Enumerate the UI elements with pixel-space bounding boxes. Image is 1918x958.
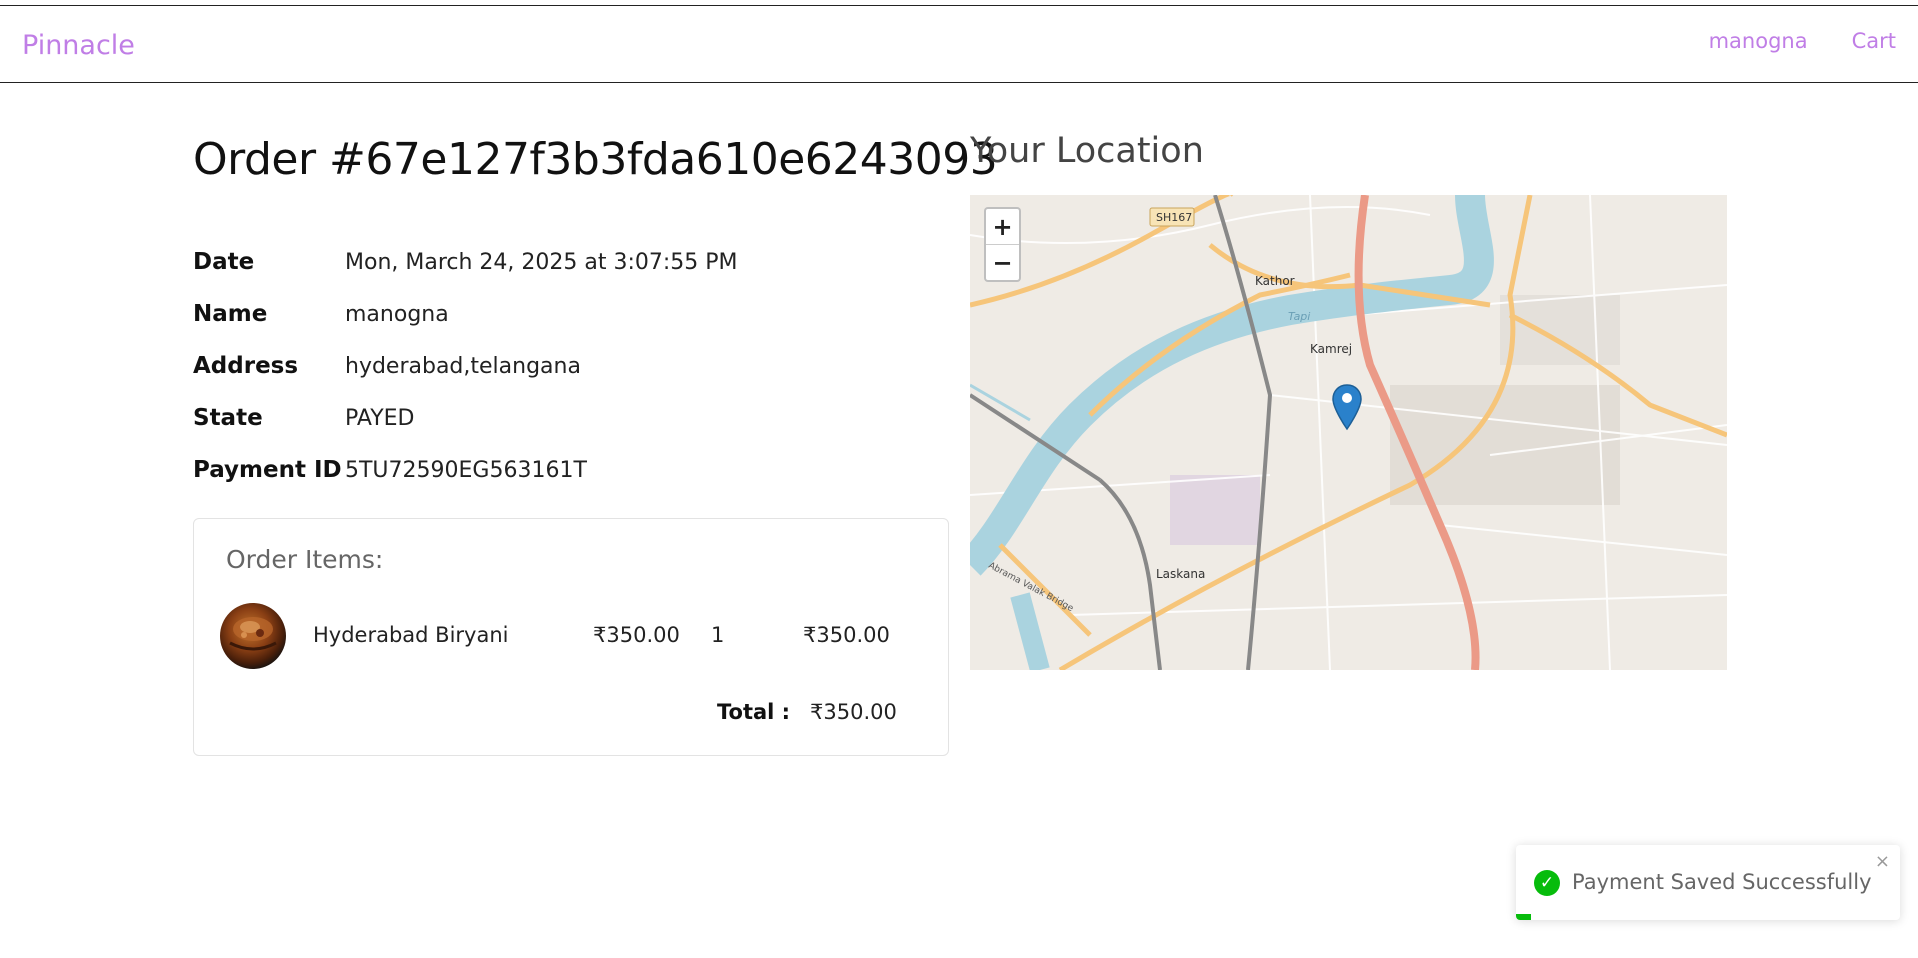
order-total-value: ₹350.00 <box>810 700 897 724</box>
toast-progress-bar <box>1516 914 1532 920</box>
info-value-address: hyderabad,telangana <box>345 353 581 379</box>
map-label-road: SH167 <box>1156 211 1192 224</box>
item-price: ₹350.00 <box>593 623 680 647</box>
map-tiles: Tapi SH167 Kathor Kamrej Laskana Abrama … <box>970 195 1727 670</box>
order-items-card: Order Items: Hyderabad Biryani ₹350.00 1… <box>193 518 949 756</box>
nav-cart-link[interactable]: Cart <box>1852 29 1896 53</box>
location-title: Your Location <box>970 131 1204 171</box>
nav-links: manogna Cart <box>1709 29 1896 53</box>
map-label-kamrej: Kamrej <box>1310 342 1352 356</box>
close-icon[interactable]: × <box>1875 851 1890 872</box>
order-items-title: Order Items: <box>226 545 384 574</box>
map-zoom-control: + − <box>984 207 1021 282</box>
zoom-out-button[interactable]: − <box>986 245 1019 280</box>
info-row-name: Name manogna <box>193 288 933 340</box>
map-label-kathor: Kathor <box>1255 274 1295 288</box>
info-value-name: manogna <box>345 301 449 327</box>
info-row-date: Date Mon, March 24, 2025 at 3:07:55 PM <box>193 236 933 288</box>
info-row-payment-id: Payment ID 5TU72590EG563161T <box>193 444 933 496</box>
info-value-state: PAYED <box>345 405 415 431</box>
info-row-state: State PAYED <box>193 392 933 444</box>
brand-logo-link[interactable]: Pinnacle <box>22 30 135 61</box>
top-navbar: Pinnacle manogna Cart <box>0 5 1918 83</box>
check-circle-icon: ✓ <box>1534 870 1560 896</box>
info-label: Name <box>193 301 268 327</box>
map-label-laskana: Laskana <box>1156 567 1205 581</box>
info-row-address: Address hyderabad,telangana <box>193 340 933 392</box>
order-title: Order #67e127f3b3fda610e6243093 <box>193 134 998 185</box>
map-marker-icon[interactable] <box>1332 383 1362 431</box>
order-total-label: Total : <box>717 700 791 724</box>
info-label: Payment ID <box>193 457 342 483</box>
nav-user-link[interactable]: manogna <box>1709 29 1808 53</box>
order-item-row: Hyderabad Biryani ₹350.00 1 ₹350.00 <box>220 603 920 669</box>
info-label: State <box>193 405 263 431</box>
location-map[interactable]: Tapi SH167 Kathor Kamrej Laskana Abrama … <box>970 195 1727 670</box>
map-label-river: Tapi <box>1288 310 1310 323</box>
item-quantity: 1 <box>711 623 725 647</box>
info-value-payment-id: 5TU72590EG563161T <box>345 457 587 483</box>
zoom-in-button[interactable]: + <box>986 209 1019 245</box>
success-toast: ✓ Payment Saved Successfully × <box>1516 845 1900 920</box>
item-name: Hyderabad Biryani <box>313 623 509 647</box>
item-total: ₹350.00 <box>803 623 890 647</box>
order-info: Date Mon, March 24, 2025 at 3:07:55 PM N… <box>193 236 933 496</box>
toast-message: Payment Saved Successfully <box>1572 870 1872 894</box>
info-label: Address <box>193 353 299 379</box>
info-label: Date <box>193 249 255 275</box>
food-image <box>220 603 286 669</box>
info-value-date: Mon, March 24, 2025 at 3:07:55 PM <box>345 249 738 275</box>
